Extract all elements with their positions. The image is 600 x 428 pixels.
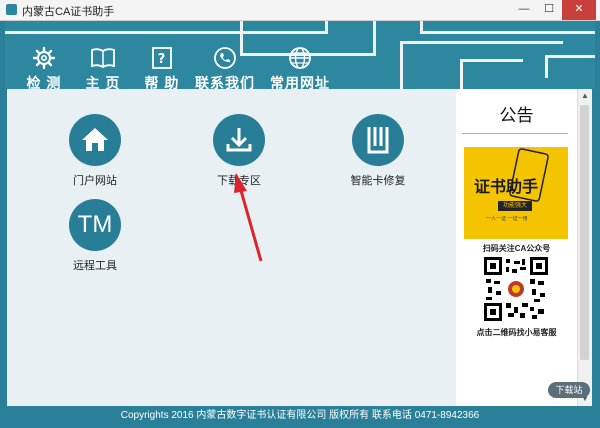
scroll-thumb[interactable]	[580, 105, 589, 360]
header-decoration	[460, 59, 523, 89]
nav-links[interactable]: 常用网址	[268, 46, 332, 89]
tile-smartcard-label: 智能卡修复	[350, 175, 406, 187]
nav-check[interactable]: 检 测	[21, 46, 67, 89]
poster-title: 证书助手	[474, 179, 539, 196]
tile-smartcard[interactable]: 智能卡修复	[333, 114, 423, 188]
usb-key-icon	[352, 114, 404, 166]
tile-remote[interactable]: TM 远程工具	[50, 199, 140, 273]
scroll-up-arrow-icon[interactable]: ▲	[578, 89, 592, 103]
notice-heading: 公告	[499, 106, 534, 125]
header-toolbar: 检 测 主 页 ? 帮 助 联系我们 常用网址	[5, 21, 595, 89]
nav-help-label: 帮 助	[144, 75, 180, 89]
footer-copyright: Copyrights 2016 内蒙古数字证书认证有限公司 版权所有 联系电话 …	[0, 406, 600, 428]
nav-contact-label: 联系我们	[195, 75, 255, 89]
nav-contact[interactable]: 联系我们	[193, 46, 257, 89]
notice-panel: 公告 证书助手 功能强大 一人一证·一证一用 扫码关注CA公众号 点击二维码找小…	[456, 89, 577, 406]
phone-icon	[214, 47, 236, 69]
download-icon	[213, 114, 265, 166]
notice-scrollbar[interactable]: ▲ ▼	[577, 89, 592, 406]
window-title: 内蒙古CA证书助手	[22, 6, 115, 18]
tm-icon: TM	[69, 199, 121, 251]
nav-home-label: 主 页	[85, 75, 121, 89]
tile-download-label: 下载专区	[217, 175, 261, 187]
tile-remote-label: 远程工具	[73, 260, 117, 272]
header-decoration	[420, 21, 595, 34]
poster-subtitle: 功能强大	[498, 201, 532, 211]
maximize-button[interactable]: ☐	[537, 0, 561, 20]
nav-help[interactable]: ? 帮 助	[139, 46, 185, 89]
qr-code[interactable]	[484, 257, 548, 321]
tm-icon-text: TM	[77, 211, 113, 238]
app-icon	[6, 4, 17, 15]
scan-caption: 扫码关注CA公众号	[482, 244, 551, 253]
pc6-watermark-logo: pc6	[480, 372, 536, 407]
gear-icon	[32, 46, 56, 70]
promo-poster[interactable]: 证书助手 功能强大 一人一证·一证一用	[464, 147, 568, 239]
title-bar[interactable]: 内蒙古CA证书助手 — ☐ ✕	[0, 0, 600, 21]
help-icon: ?	[152, 47, 172, 69]
minimize-button[interactable]: —	[512, 0, 536, 20]
nav-check-label: 检 测	[26, 75, 62, 89]
svg-text:?: ?	[158, 52, 167, 67]
close-button[interactable]: ✕	[562, 0, 596, 20]
header-decoration	[545, 55, 595, 78]
main-panel: 门户网站 下载专区 智能卡修复 TM 远程工具	[7, 89, 456, 406]
tile-portal[interactable]: 门户网站	[50, 114, 140, 188]
nav-home[interactable]: 主 页	[80, 46, 126, 89]
notice-divider	[462, 133, 568, 134]
qr-caption: 点击二维码找小易客服	[476, 328, 557, 337]
nav-links-label: 常用网址	[270, 75, 330, 89]
watermark-badge: 下载站	[548, 382, 590, 398]
poster-small-text: 一人一证·一证一用	[486, 216, 528, 222]
tile-download[interactable]: 下载专区	[194, 114, 284, 188]
book-icon	[91, 48, 115, 69]
home-icon	[69, 114, 121, 166]
tile-portal-label: 门户网站	[73, 175, 117, 187]
app-window: 内蒙古CA证书助手 — ☐ ✕ 检 测 主 页 ? 帮 助 联系我们 常用网址 …	[0, 0, 600, 428]
globe-icon	[289, 47, 311, 69]
